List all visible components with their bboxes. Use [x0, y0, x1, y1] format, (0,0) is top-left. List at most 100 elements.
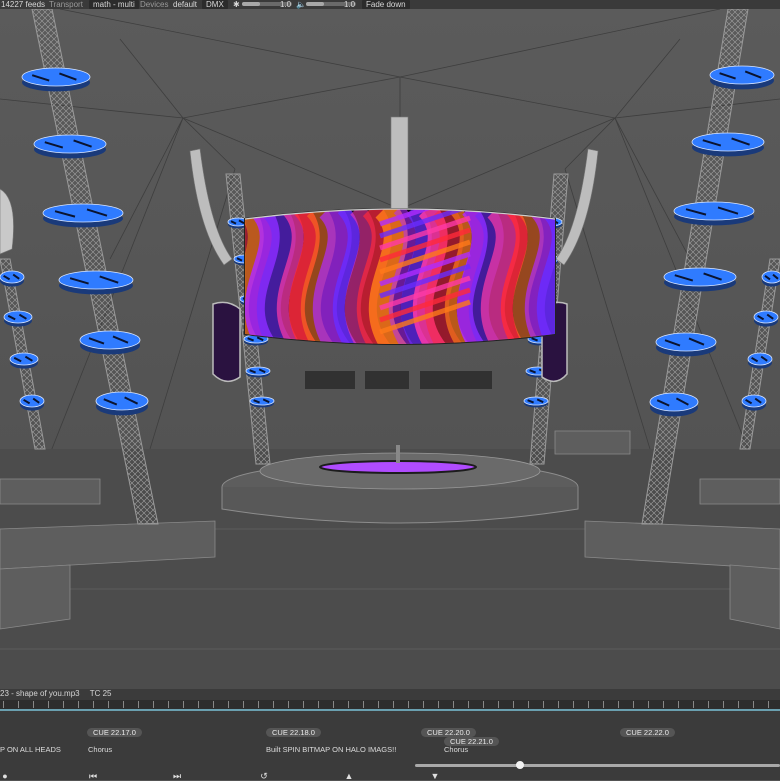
top-toolbar: 14227 feeds Transport math - multi Devic…: [0, 0, 780, 9]
ruler-tick: [438, 701, 439, 708]
slider-1-value: 1.0: [280, 0, 292, 9]
light-ring: [747, 352, 773, 369]
ruler-tick: [513, 701, 514, 708]
ruler-tick: [633, 701, 634, 708]
cue-label-4: Chorus: [444, 745, 469, 754]
stage-3d-viewport[interactable]: [0, 9, 780, 689]
ruler-tick: [18, 701, 19, 708]
ruler-tick: [243, 701, 244, 708]
fixture-rows: [305, 371, 492, 389]
ruler-tick: [213, 701, 214, 708]
light-ring: [691, 132, 765, 157]
brightness-icon: ✱: [233, 0, 240, 9]
ruler-tick: [618, 701, 619, 708]
ruler-tick: [423, 701, 424, 708]
cue-tag-1[interactable]: CUE 22.17.0: [87, 728, 142, 737]
light-ring: [58, 270, 134, 295]
light-ring: [0, 270, 25, 287]
ruler-tick: [363, 701, 364, 708]
cue-label-1: Chorus: [88, 745, 113, 754]
track-name: 23 - shape of you.mp3: [0, 689, 80, 698]
ruler-tick: [138, 701, 139, 708]
cue-tag-2[interactable]: CUE 22.18.0: [266, 728, 321, 737]
light-ring: [655, 332, 717, 357]
light-ring: [673, 201, 755, 226]
cue-label-2: Built SPIN BITMAP ON HALO IMAGS!!: [266, 745, 397, 754]
ruler-tick: [273, 701, 274, 708]
cue-tag-5[interactable]: CUE 22.22.0: [620, 728, 675, 737]
light-ring: [42, 203, 124, 228]
loop-icon[interactable]: ↺: [259, 772, 269, 781]
timeline-ruler[interactable]: [0, 700, 780, 709]
light-ring: [709, 65, 775, 90]
cue-tag-3[interactable]: CUE 22.20.0: [421, 728, 476, 737]
ruler-tick: [318, 701, 319, 708]
ruler-tick: [33, 701, 34, 708]
skip-forward-icon[interactable]: ⏭: [172, 772, 182, 781]
eject-icon[interactable]: ▲: [344, 772, 354, 781]
ruler-tick: [753, 701, 754, 708]
ruler-tick: [123, 701, 124, 708]
ruler-tick: [78, 701, 79, 708]
light-ring: [741, 394, 767, 411]
timeline-panel: 23 - shape of you.mp3 TC 25 P ON ALL HEA…: [0, 689, 780, 781]
ruler-tick: [108, 701, 109, 708]
ruler-tick: [468, 701, 469, 708]
light-ring: [95, 391, 149, 416]
main-led-screen: [244, 208, 556, 345]
light-ring: [663, 267, 737, 292]
ruler-tick: [768, 701, 769, 708]
ruler-tick: [393, 701, 394, 708]
timeline-range-bar: [0, 709, 780, 711]
ruler-tick: [738, 701, 739, 708]
ruler-tick: [573, 701, 574, 708]
ruler-tick: [543, 701, 544, 708]
ruler-tick: [183, 701, 184, 708]
light-ring: [761, 270, 780, 287]
devices-select[interactable]: default: [173, 0, 197, 9]
light-ring: [3, 310, 33, 327]
scrub-bar[interactable]: [415, 764, 780, 767]
light-ring: [19, 394, 45, 411]
ruler-tick: [258, 701, 259, 708]
ruler-tick: [303, 701, 304, 708]
timecode: TC 25: [89, 689, 112, 698]
ruler-tick: [168, 701, 169, 708]
ruler-tick: [408, 701, 409, 708]
transport-controls: ● ⏮ ⏭ ↺ ▲ ▼: [0, 771, 780, 781]
ruler-tick: [678, 701, 679, 708]
ruler-tick: [588, 701, 589, 708]
scrub-handle[interactable]: [516, 761, 524, 769]
ruler-tick: [528, 701, 529, 708]
ruler-tick: [708, 701, 709, 708]
ruler-tick: [648, 701, 649, 708]
ruler-tick: [693, 701, 694, 708]
ruler-tick: [378, 701, 379, 708]
light-ring: [79, 330, 141, 355]
record-dot-icon[interactable]: ●: [0, 772, 10, 781]
light-ring: [753, 310, 779, 327]
ruler-tick: [63, 701, 64, 708]
feeds-count: 14227 feeds: [1, 0, 46, 9]
ruler-tick: [228, 701, 229, 708]
transport-select[interactable]: math - multi: [89, 0, 139, 9]
light-ring: [21, 67, 91, 92]
ruler-tick: [663, 701, 664, 708]
light-ring: [249, 396, 275, 408]
ruler-tick: [558, 701, 559, 708]
ruler-tick: [333, 701, 334, 708]
ruler-tick: [3, 701, 4, 708]
light-ring: [245, 366, 271, 378]
ruler-tick: [153, 701, 154, 708]
ruler-tick: [453, 701, 454, 708]
light-ring: [9, 352, 39, 369]
ruler-tick: [93, 701, 94, 708]
slider-2-value: 1.0: [344, 0, 356, 9]
marker-down-icon[interactable]: ▼: [430, 772, 440, 781]
ruler-tick: [483, 701, 484, 708]
fade-down-button[interactable]: Fade down: [362, 0, 410, 9]
light-ring: [33, 134, 107, 159]
skip-back-icon[interactable]: ⏮: [88, 772, 98, 781]
ruler-tick: [603, 701, 604, 708]
dmx-select[interactable]: DMX: [202, 0, 228, 9]
